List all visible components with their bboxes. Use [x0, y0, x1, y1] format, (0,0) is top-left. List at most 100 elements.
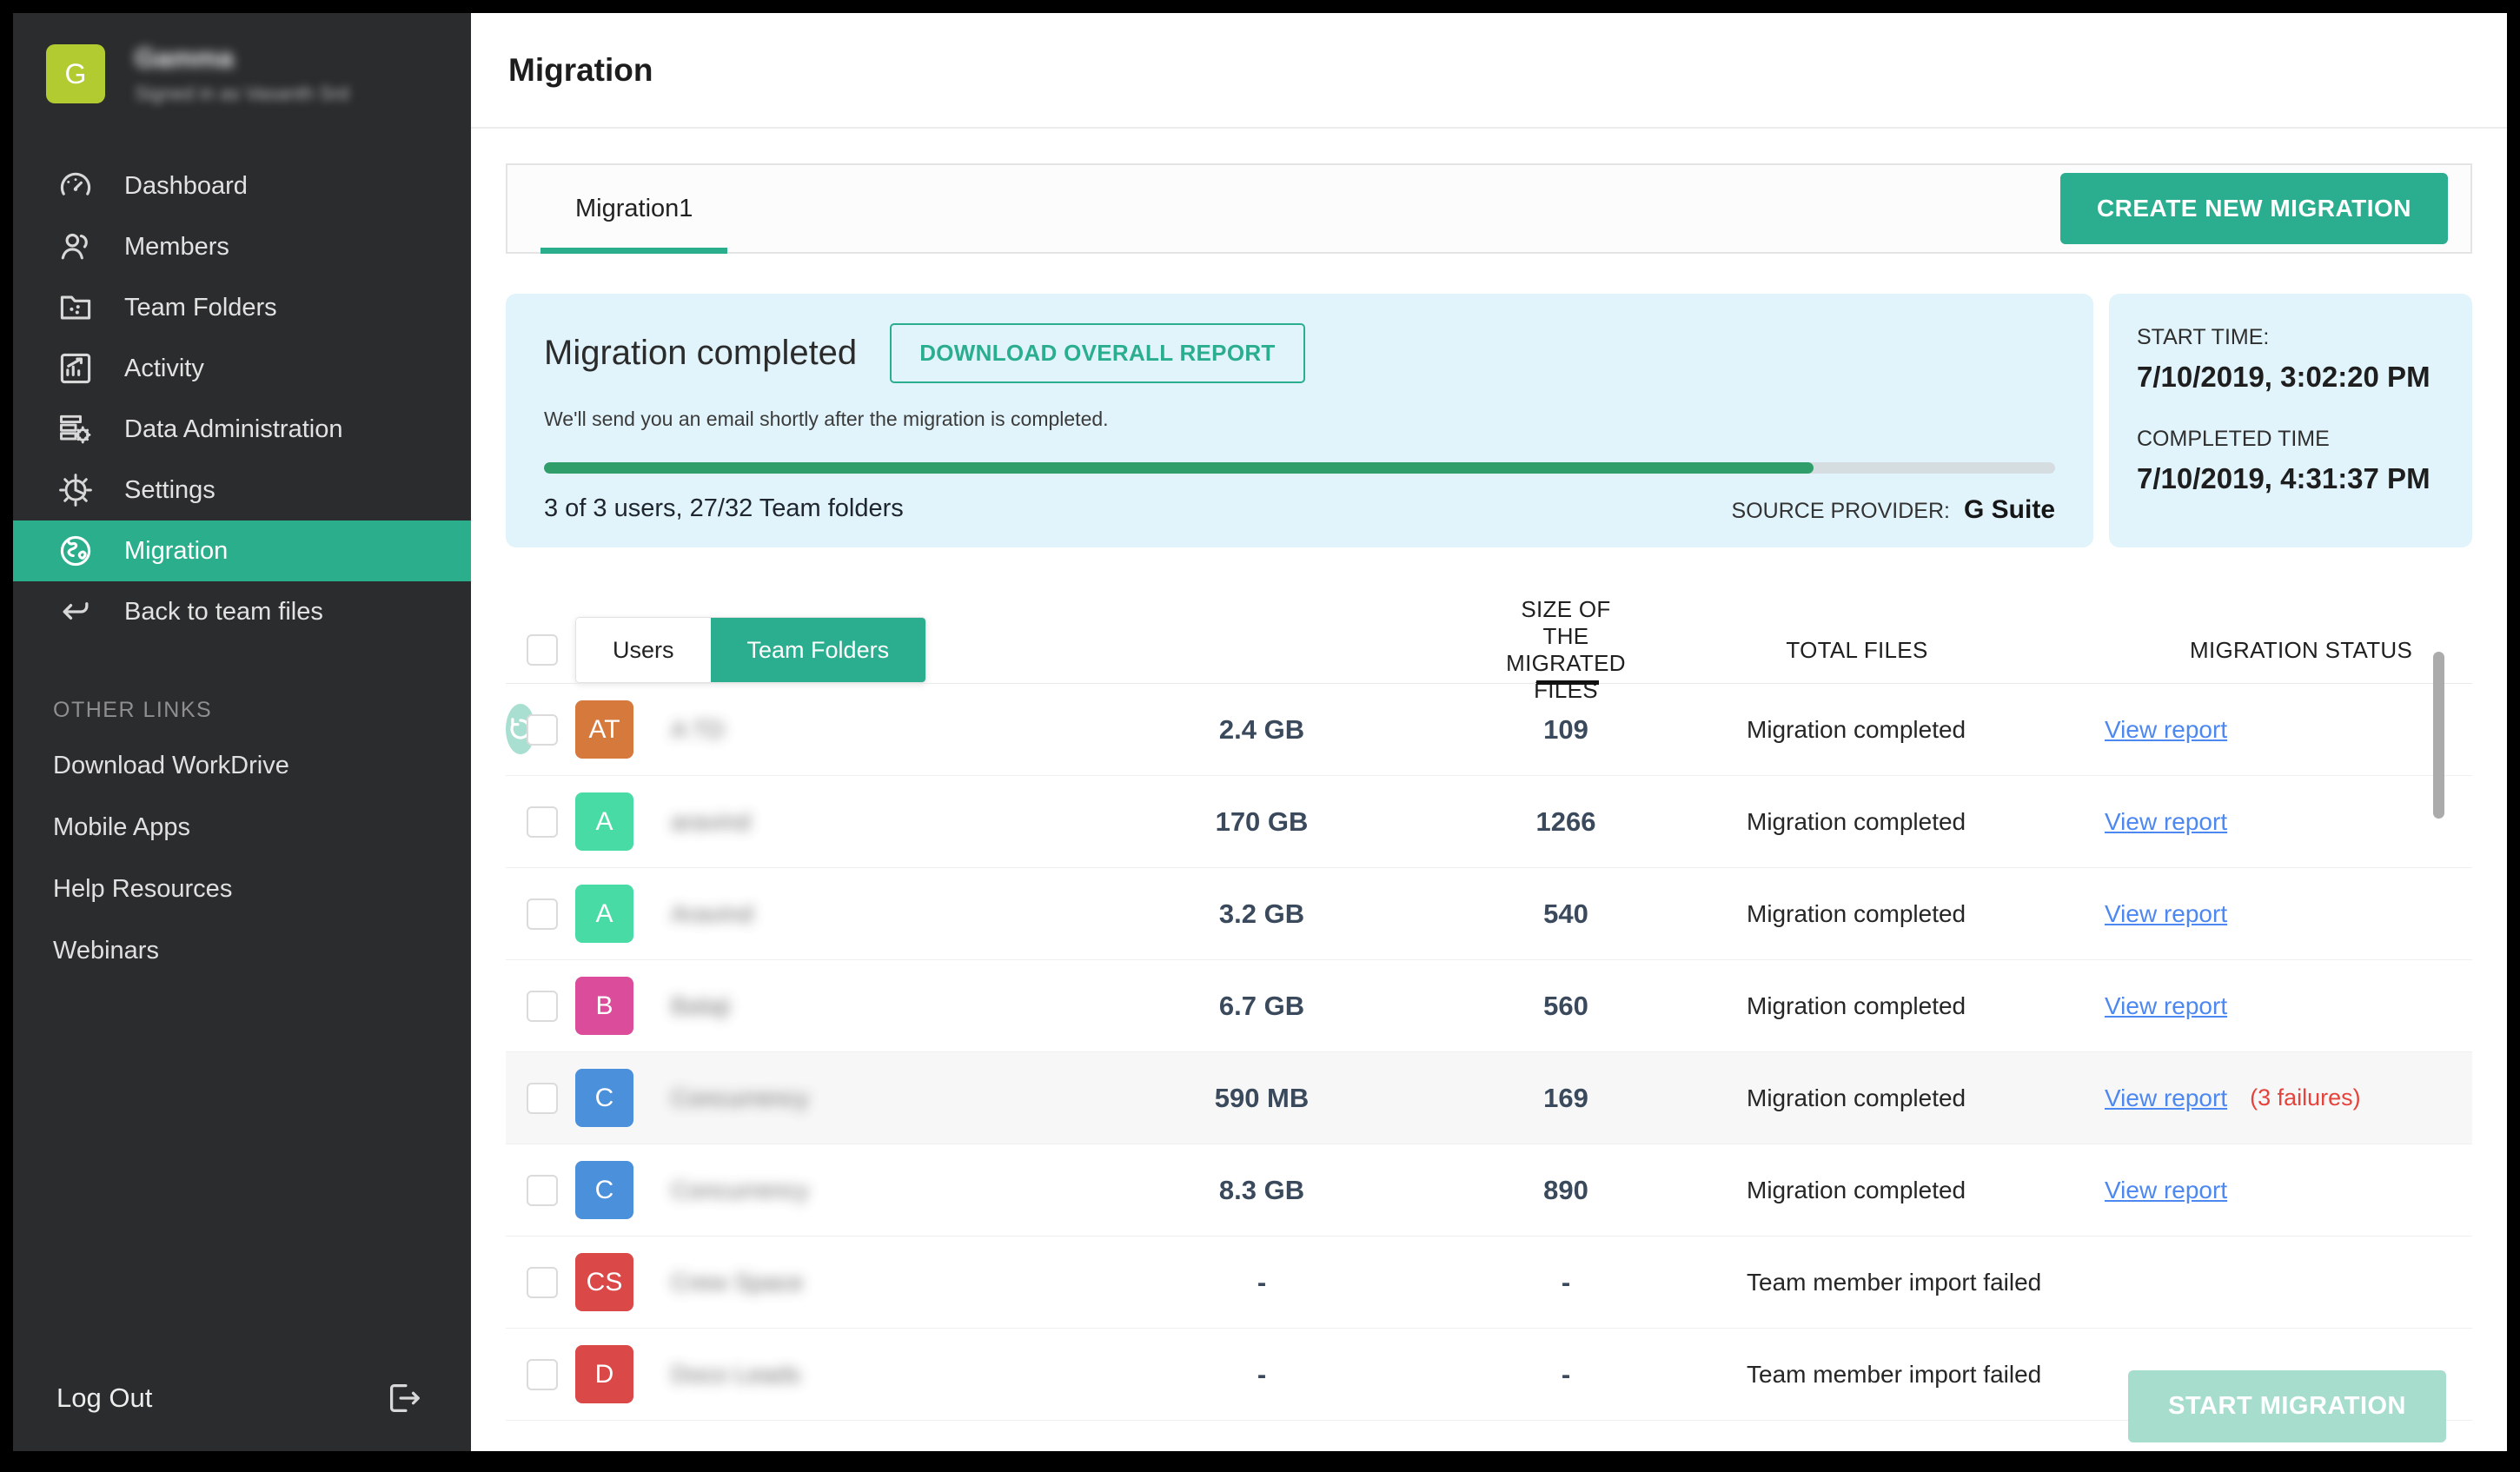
sidebar-item-team-folders[interactable]: Team Folders — [13, 277, 471, 338]
link-help-resources[interactable]: Help Resources — [13, 859, 471, 920]
row-checkbox[interactable] — [527, 714, 558, 746]
download-overall-report-button[interactable]: DOWNLOAD OVERALL REPORT — [890, 323, 1304, 383]
create-new-migration-button[interactable]: CREATE NEW MIGRATION — [2060, 173, 2448, 244]
row-size: 3.2 GB — [1027, 898, 1496, 930]
sidebar-item-activity[interactable]: Activity — [13, 338, 471, 399]
row-size: 8.3 GB — [1027, 1175, 1496, 1206]
toggle-users[interactable]: Users — [576, 618, 711, 682]
team-folders-icon — [56, 288, 95, 327]
users-teamfolders-toggle: Users Team Folders — [575, 617, 926, 683]
completed-time-label: COMPLETED TIME — [2137, 427, 2455, 452]
sidebar-item-label: Settings — [124, 476, 216, 505]
team-meta: Gamma Signed in as Vasanth Srd — [135, 43, 349, 105]
avatar: A — [575, 792, 633, 851]
failures-text: (3 failures) — [2250, 1084, 2361, 1111]
row-status: Migration completed — [1635, 900, 2079, 928]
view-report-link[interactable]: View report — [2105, 716, 2227, 744]
start-time-label: START TIME: — [2137, 325, 2455, 350]
sidebar-item-settings[interactable]: Settings — [13, 460, 471, 521]
row-checkbox[interactable] — [527, 991, 558, 1022]
link-mobile-apps[interactable]: Mobile Apps — [13, 797, 471, 859]
dashboard-icon — [56, 167, 95, 205]
view-report-link[interactable]: View report — [2105, 1084, 2227, 1112]
tab-label: Migration1 — [575, 195, 693, 223]
source-provider-label: SOURCE PROVIDER: — [1732, 499, 1950, 524]
table-row: CS Crew Space - - Team member import fai… — [506, 1237, 2472, 1329]
migration-status-card: Migration completed DOWNLOAD OVERALL REP… — [506, 294, 2093, 547]
row-size: 6.7 GB — [1027, 991, 1496, 1022]
row-name: Aravind — [671, 900, 1027, 928]
content: Migration1 CREATE NEW MIGRATION Migratio… — [471, 129, 2507, 1451]
migration-status-title: Migration completed — [544, 334, 857, 373]
sidebar-item-migration[interactable]: Migration — [13, 521, 471, 581]
start-migration-button[interactable]: START MIGRATION — [2128, 1370, 2446, 1442]
migration-tabbar: Migration1 CREATE NEW MIGRATION — [506, 163, 2472, 254]
tab-migration1[interactable]: Migration1 — [540, 165, 727, 252]
row-status: Team member import failed — [1635, 1361, 2079, 1389]
link-download-workdrive[interactable]: Download WorkDrive — [13, 735, 471, 797]
sidebar-item-members[interactable]: Members — [13, 216, 471, 277]
progress-bar — [544, 462, 2055, 474]
table-row: C Concurrency 590 MB 169 Migration compl… — [506, 1052, 2472, 1144]
sidebar-item-label: Team Folders — [124, 294, 277, 322]
row-checkbox[interactable] — [527, 1175, 558, 1206]
column-header-migration-status: MIGRATION STATUS — [2079, 637, 2472, 664]
avatar: C — [575, 1069, 633, 1127]
row-total-files: - — [1496, 1359, 1635, 1390]
sidebar-item-label: Members — [124, 233, 229, 262]
view-report-link[interactable]: View report — [2105, 808, 2227, 836]
row-checkbox[interactable] — [527, 898, 558, 930]
row-checkbox[interactable] — [527, 1359, 558, 1390]
table-row: A aravind 170 GB 1266 Migration complete… — [506, 776, 2472, 868]
logout-icon — [384, 1378, 424, 1418]
toggle-team-folders[interactable]: Team Folders — [711, 618, 926, 682]
sidebar-item-data-administration[interactable]: Data Administration — [13, 399, 471, 460]
view-report-link[interactable]: View report — [2105, 992, 2227, 1020]
avatar: CS — [575, 1253, 633, 1311]
main-area: Migration Migration1 CREATE NEW MIGRATIO… — [471, 13, 2507, 1451]
sidebar-item-label: Activity — [124, 355, 204, 383]
migration-icon — [56, 532, 95, 570]
row-checkbox[interactable] — [527, 1083, 558, 1114]
back-arrow-icon — [56, 593, 95, 631]
row-total-files: 540 — [1496, 898, 1635, 930]
page-title: Migration — [508, 52, 653, 89]
app-window: G Gamma Signed in as Vasanth Srd Dashboa… — [13, 13, 2507, 1451]
view-report-link[interactable]: View report — [2105, 1177, 2227, 1204]
avatar: D — [575, 1345, 633, 1403]
settings-icon — [56, 471, 95, 509]
team-subtitle: Signed in as Vasanth Srd — [135, 83, 349, 105]
row-name: aravind — [671, 808, 1027, 836]
row-total-files: 1266 — [1496, 806, 1635, 838]
table-row: A Aravind 3.2 GB 540 Migration completed… — [506, 868, 2472, 960]
data-administration-icon — [56, 410, 95, 448]
row-total-files: 109 — [1496, 714, 1635, 746]
row-name: Concurrency — [671, 1177, 1027, 1204]
link-webinars[interactable]: Webinars — [13, 920, 471, 982]
completed-time-value: 7/10/2019, 4:31:37 PM — [2137, 462, 2455, 495]
avatar: C — [575, 1161, 633, 1219]
row-status: Migration completed — [1635, 716, 2079, 744]
team-switcher[interactable]: G Gamma Signed in as Vasanth Srd — [13, 13, 471, 131]
team-name: Gamma — [135, 43, 349, 74]
row-checkbox[interactable] — [527, 1267, 558, 1298]
sidebar-item-dashboard[interactable]: Dashboard — [13, 156, 471, 216]
row-name: A TD — [671, 716, 1027, 744]
view-report-link[interactable]: View report — [2105, 900, 2227, 928]
avatar: AT — [575, 700, 633, 759]
start-time-value: 7/10/2019, 3:02:20 PM — [2137, 361, 2455, 394]
team-avatar: G — [46, 44, 105, 103]
row-checkbox[interactable] — [527, 806, 558, 838]
logout-button[interactable]: Log Out — [13, 1368, 471, 1429]
avatar: A — [575, 885, 633, 943]
migration-table: AT A TD 2.4 GB 109 Migration completed V… — [506, 683, 2472, 1421]
select-all-checkbox[interactable] — [527, 634, 558, 666]
sidebar-item-label: Dashboard — [124, 172, 248, 201]
sidebar-item-label: Data Administration — [124, 415, 342, 444]
progress-bar-fill — [544, 462, 1814, 474]
status-row: Migration completed DOWNLOAD OVERALL REP… — [506, 294, 2472, 547]
row-size: - — [1027, 1359, 1496, 1390]
sidebar-item-back-to-team-files[interactable]: Back to team files — [13, 581, 471, 642]
row-total-files: 169 — [1496, 1083, 1635, 1114]
vertical-scrollbar-thumb[interactable] — [2433, 652, 2444, 819]
